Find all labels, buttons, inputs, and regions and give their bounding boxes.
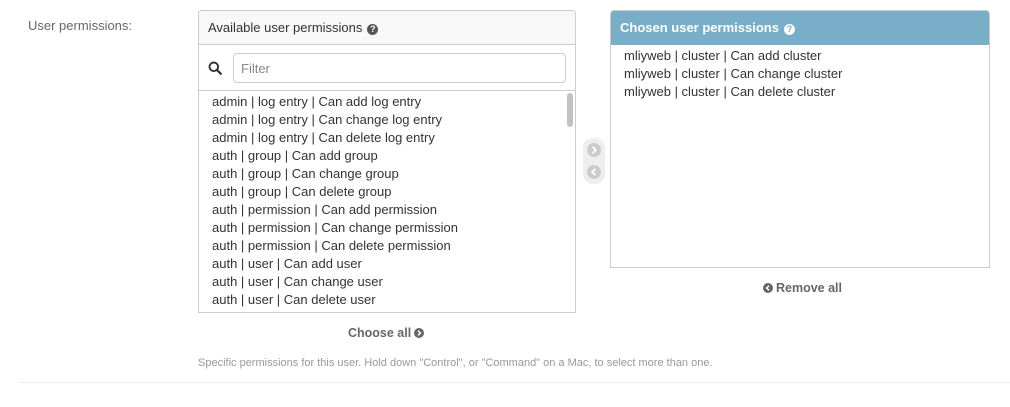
chosen-box-title: Chosen user permissions? (611, 11, 989, 45)
list-item[interactable]: auth | group | Can delete group (199, 183, 575, 201)
list-item[interactable]: mliyweb | cluster | Can add cluster (611, 47, 989, 65)
question-circle-icon[interactable]: ? (367, 24, 379, 35)
arrow-left-circle-icon (763, 283, 773, 293)
arrow-right-circle-icon (414, 328, 425, 338)
filter-input[interactable] (233, 53, 566, 83)
selector-chooser (583, 138, 605, 184)
chosen-title-text: Chosen user permissions (620, 20, 779, 35)
remove-all-button[interactable]: Remove all (763, 281, 842, 295)
chosen-permissions-box: Chosen user permissions? mliyweb | clust… (610, 10, 990, 268)
choose-all-button[interactable]: Choose all (348, 326, 427, 340)
available-permissions-box: Available user permissions? admin | log … (198, 10, 576, 313)
list-scrollbar-thumb[interactable] (567, 93, 573, 127)
field-label: User permissions: (28, 18, 133, 33)
list-item[interactable]: auth | user | Can change user (199, 273, 575, 291)
list-item[interactable]: mliyweb | cluster | Can delete cluster (611, 83, 989, 101)
list-item[interactable]: mliyweb | cluster | Can change cluster (611, 65, 989, 83)
chosen-permissions-list[interactable]: mliyweb | cluster | Can add cluster mliyw… (611, 45, 989, 101)
user-permissions-field: User permissions: Available user permiss… (0, 0, 1010, 407)
list-item[interactable]: admin | log entry | Can delete log entry (199, 129, 575, 147)
help-text: Specific permissions for this user. Hold… (198, 357, 713, 369)
filter-row (199, 45, 575, 91)
remove-all-label: Remove all (776, 281, 843, 295)
choose-all-label: Choose all (348, 326, 412, 340)
list-item[interactable]: admin | log entry | Can change log entry (199, 111, 575, 129)
remove-selected-button[interactable] (587, 165, 601, 179)
list-item[interactable]: auth | permission | Can add permission (199, 201, 575, 219)
available-box-title: Available user permissions? (199, 11, 575, 45)
list-item[interactable]: auth | group | Can add group (199, 147, 575, 165)
add-selected-button[interactable] (587, 143, 601, 157)
list-item[interactable]: auth | user | Can add user (199, 255, 575, 273)
available-title-text: Available user permissions (208, 20, 363, 35)
question-circle-icon[interactable]: ? (783, 24, 795, 35)
list-item[interactable]: auth | permission | Can delete permissio… (199, 237, 575, 255)
available-options: admin | log entry | Can add log entry adm… (199, 91, 575, 309)
row-divider (18, 382, 1010, 383)
available-permissions-list[interactable]: admin | log entry | Can add log entry adm… (199, 91, 575, 312)
list-item[interactable]: auth | permission | Can change permissio… (199, 219, 575, 237)
list-item[interactable]: auth | user | Can delete user (199, 291, 575, 309)
list-item[interactable]: auth | group | Can change group (199, 165, 575, 183)
list-item[interactable]: admin | log entry | Can add log entry (199, 93, 575, 111)
search-icon (208, 61, 222, 75)
